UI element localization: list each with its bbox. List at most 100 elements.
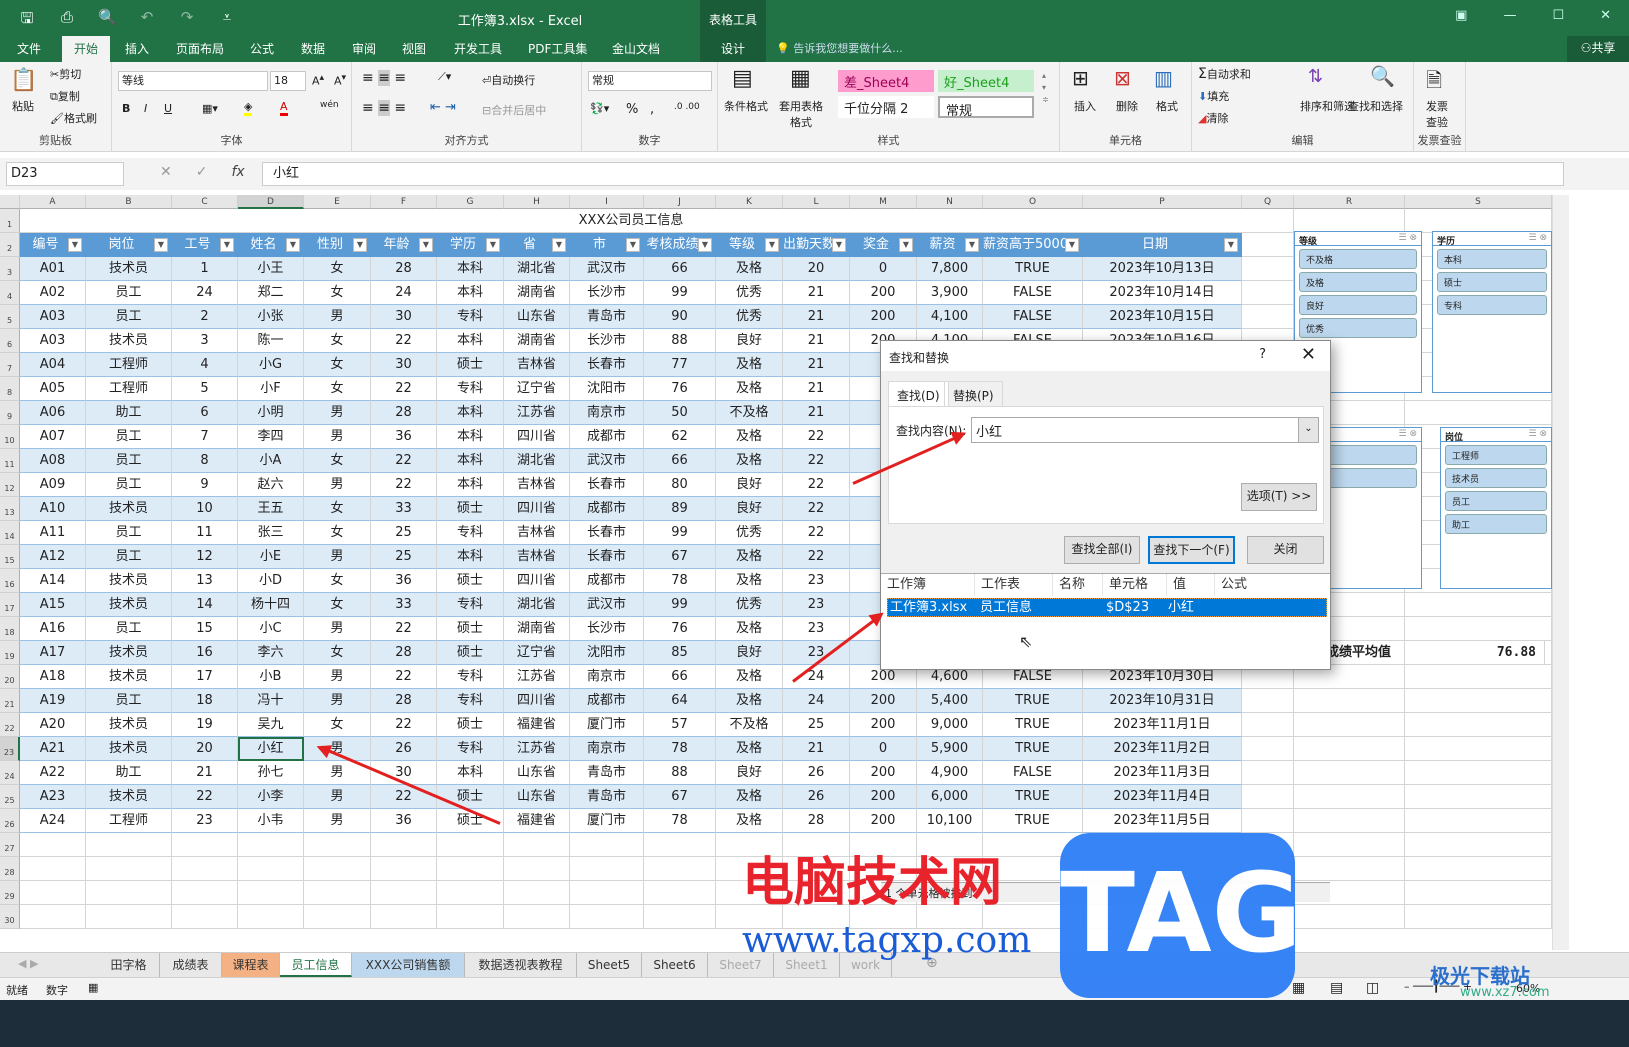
table-cell[interactable]: 王五 [238,497,304,521]
find-next-button[interactable]: 查找下一个(F) [1148,536,1235,564]
row-header-17[interactable]: 17 [0,593,20,617]
table-cell[interactable]: 优秀 [716,593,783,617]
font-name-select[interactable]: 等线 [118,71,268,91]
table-cell[interactable]: 66 [644,257,716,281]
table-cell[interactable]: A17 [20,641,86,665]
table-cell[interactable]: 13 [172,569,238,593]
result-header-name[interactable]: 名称 [1053,574,1103,596]
table-cell[interactable]: 冯十 [238,689,304,713]
sheet-tab[interactable]: 成绩表 [160,953,222,977]
font-color-icon[interactable]: A [280,100,288,116]
minimize-icon[interactable]: — [1503,8,1516,23]
table-cell[interactable]: 小D [238,569,304,593]
paste-button[interactable]: 粘贴 [12,98,34,114]
cell[interactable] [504,833,570,857]
fx-icon[interactable]: fx [231,164,244,180]
cell[interactable] [238,833,304,857]
table-cell[interactable]: 女 [304,521,371,545]
table-cell[interactable]: 硕士 [437,785,504,809]
page-break-view-icon[interactable]: ◫ [1366,980,1379,996]
table-cell[interactable]: 吉林省 [504,545,570,569]
table-header-cell[interactable]: 奖金 ▼ [850,233,917,257]
table-cell[interactable]: A01 [20,257,86,281]
table-cell[interactable]: 技术员 [86,497,172,521]
table-cell[interactable]: 女 [304,449,371,473]
table-cell[interactable]: 本科 [437,425,504,449]
table-cell[interactable]: 200 [850,761,917,785]
cell[interactable] [1242,761,1294,785]
sheet-tab[interactable]: 田字格 [98,953,160,977]
table-cell[interactable]: A23 [20,785,86,809]
table-cell[interactable]: 优秀 [716,521,783,545]
styles-scroll-icon[interactable]: ▴ ▾ ≑ [1042,70,1049,106]
table-cell[interactable]: 长春市 [570,473,644,497]
table-cell[interactable]: 2023年10月13日 [1083,257,1242,281]
row-header-14[interactable]: 14 [0,521,20,545]
table-cell[interactable]: 男 [304,665,371,689]
table-cell[interactable]: 24 [371,281,437,305]
delete-cells-icon[interactable]: ⊠ [1114,66,1131,90]
table-cell[interactable]: 郑二 [238,281,304,305]
row-header-12[interactable]: 12 [0,473,20,497]
table-cell[interactable]: 88 [644,761,716,785]
result-header-formula[interactable]: 公式 [1215,574,1330,596]
table-cell[interactable]: 专科 [437,665,504,689]
sheet-nav-arrows[interactable]: ◀ ▶ [18,957,38,970]
table-cell[interactable]: A05 [20,377,86,401]
cell[interactable] [1405,209,1552,233]
filter-dropdown-icon[interactable]: ▼ [68,238,82,252]
cell[interactable] [1405,665,1552,689]
table-cell[interactable]: 200 [850,785,917,809]
cell[interactable] [1405,857,1552,881]
cell[interactable] [1405,833,1552,857]
slicer-item[interactable]: 及格 [1299,272,1417,292]
table-cell[interactable]: 200 [850,305,917,329]
tab-find[interactable]: 查找(D) [888,381,949,407]
filter-dropdown-icon[interactable]: ▼ [353,238,367,252]
table-cell[interactable]: 22 [371,329,437,353]
cell[interactable] [570,833,644,857]
table-cell[interactable]: 2023年10月14日 [1083,281,1242,305]
table-cell[interactable]: 南京市 [570,401,644,425]
cell[interactable] [1242,281,1294,305]
table-cell[interactable]: 及格 [716,377,783,401]
result-header-cell[interactable]: 单元格 [1103,574,1167,596]
table-cell[interactable]: 长沙市 [570,281,644,305]
table-cell[interactable]: 南京市 [570,737,644,761]
column-header-S[interactable]: S [1405,195,1552,209]
table-cell[interactable]: 89 [644,497,716,521]
table-cell[interactable]: 及格 [716,737,783,761]
table-cell[interactable]: 不及格 [716,401,783,425]
table-cell[interactable]: 本科 [437,281,504,305]
table-cell[interactable]: 技术员 [86,257,172,281]
table-header-cell[interactable]: 学历 ▼ [437,233,504,257]
cell[interactable] [1405,809,1552,833]
table-header-cell[interactable]: 年龄 ▼ [371,233,437,257]
cell[interactable] [504,857,570,881]
tab-review[interactable]: 审阅 [352,36,376,62]
table-cell[interactable]: 硕士 [437,713,504,737]
filter-dropdown-icon[interactable]: ▼ [154,238,168,252]
table-cell[interactable]: FALSE [983,305,1083,329]
table-cell[interactable]: 26 [783,761,850,785]
cell[interactable] [172,881,238,905]
table-cell[interactable]: 优秀 [716,305,783,329]
fill-button[interactable]: ⬇填充 [1198,88,1229,104]
ribbon-display-icon[interactable]: ▣ [1455,8,1467,23]
column-header-H[interactable]: H [504,195,570,209]
find-select-button[interactable]: 查找和选择 [1348,98,1403,114]
bold-button[interactable]: B [122,102,130,115]
table-format-icon[interactable]: ▦ [790,66,811,91]
table-cell[interactable]: 22 [371,473,437,497]
tab-home[interactable]: 开始 [62,36,110,62]
cut-button[interactable]: ✂剪切 [50,66,81,82]
table-cell[interactable]: 沈阳市 [570,641,644,665]
table-cell[interactable]: 99 [644,521,716,545]
table-cell[interactable]: 武汉市 [570,449,644,473]
help-icon[interactable]: ? [1259,347,1266,362]
cell[interactable] [1242,689,1294,713]
row-header-8[interactable]: 8 [0,377,20,401]
column-header-F[interactable]: F [371,195,437,209]
table-cell[interactable]: 员工 [86,521,172,545]
table-cell[interactable]: 小明 [238,401,304,425]
